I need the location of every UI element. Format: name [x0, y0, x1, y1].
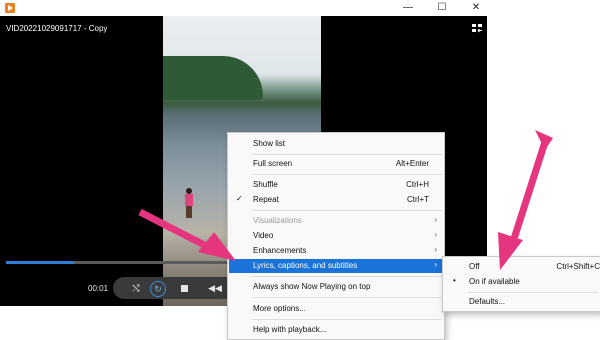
- annotation-arrows: [138, 130, 553, 270]
- arrow-right-annotation: [498, 130, 553, 270]
- arrow-left-annotation: [138, 208, 236, 261]
